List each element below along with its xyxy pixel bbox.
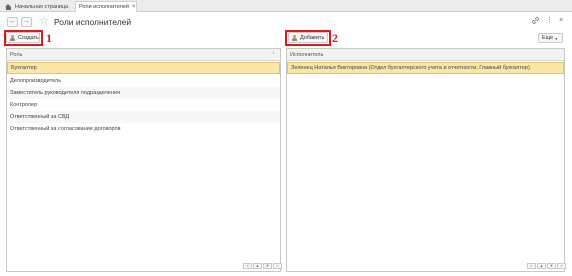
forward-button[interactable]: → <box>21 17 32 27</box>
title-bar: ← → ☆ Роли исполнителей ⋮ × <box>0 12 572 32</box>
annotation-number-1: 1 <box>46 31 52 45</box>
chevron-down-icon: ▾ <box>555 35 558 41</box>
link-icon[interactable] <box>532 17 539 27</box>
tab-roles-label: Роли исполнителей <box>79 4 129 10</box>
home-icon <box>5 3 12 10</box>
list-item[interactable]: Зеленец Наталья Викторовна (Отдел бухгал… <box>287 62 564 74</box>
page-up-button[interactable]: ▲ <box>537 263 546 269</box>
page-up-button[interactable]: ▲ <box>253 263 262 269</box>
list-item[interactable]: Контролер <box>7 99 280 111</box>
annotation-highlight-create <box>4 30 43 46</box>
roles-list[interactable]: Роль ↓ Бухгалтер Делопроизводитель Замес… <box>6 48 282 272</box>
page-last-button[interactable]: » <box>557 263 566 269</box>
executors-list[interactable]: Исполнитель Зеленец Наталья Викторовна (… <box>286 48 566 272</box>
favorite-star-icon[interactable]: ☆ <box>39 15 49 27</box>
more-menu-label: Еще <box>542 35 554 41</box>
back-button[interactable]: ← <box>7 17 18 27</box>
page-last-button[interactable]: » <box>273 263 282 269</box>
roles-column-label: Роль <box>10 51 23 58</box>
page-down-button[interactable]: ▼ <box>263 263 272 269</box>
more-vertical-icon[interactable]: ⋮ <box>546 17 553 25</box>
sort-down-icon[interactable]: ↓ <box>272 50 275 56</box>
tab-bar: Начальная страница Роли исполнителей × <box>0 0 572 12</box>
list-item[interactable]: Ответственный за согласование договоров <box>7 123 280 135</box>
tab-close-icon[interactable]: × <box>132 4 136 10</box>
page-first-button[interactable]: « <box>243 263 252 269</box>
pager: « ▲ ▼ » <box>243 263 282 269</box>
tab-home[interactable]: Начальная страница <box>3 1 75 12</box>
annotation-highlight-add <box>285 30 331 46</box>
more-menu-button[interactable]: Еще ▾ <box>538 33 563 43</box>
page-down-button[interactable]: ▼ <box>547 263 556 269</box>
page-title: Роли исполнителей <box>54 17 132 27</box>
window-close-icon[interactable]: × <box>559 17 563 25</box>
annotation-number-2: 2 <box>332 31 338 45</box>
executor-column-header[interactable]: Исполнитель <box>287 49 564 61</box>
executor-column-label: Исполнитель <box>290 51 324 58</box>
list-item[interactable]: Ответственный за СВД <box>7 111 280 123</box>
tab-home-label: Начальная страница <box>15 3 69 10</box>
tab-roles[interactable]: Роли исполнителей × <box>75 1 137 12</box>
list-item[interactable]: Бухгалтер <box>7 62 280 74</box>
list-item[interactable]: Заместитель руководителя подразделения <box>7 87 280 99</box>
pager: « ▲ ▼ » <box>527 263 566 269</box>
roles-column-header[interactable]: Роль ↓ <box>7 49 280 61</box>
page-first-button[interactable]: « <box>527 263 536 269</box>
list-item[interactable]: Делопроизводитель <box>7 75 280 87</box>
